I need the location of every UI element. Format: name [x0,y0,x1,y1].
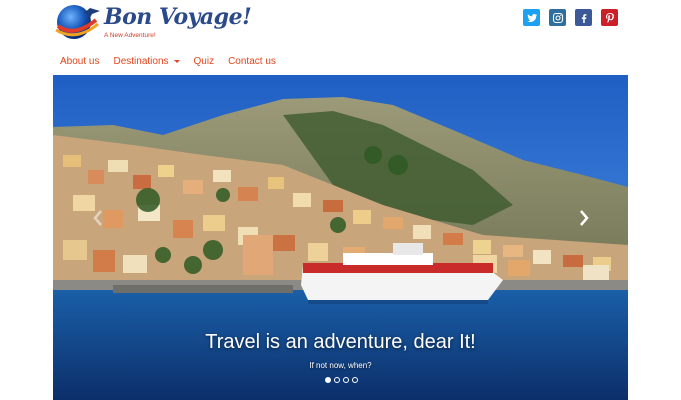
carousel-indicator[interactable] [325,377,331,383]
site-logo[interactable]: Bon Voyage! A New Adventure! [54,2,252,46]
brand-tagline: A New Adventure! [104,32,156,39]
instagram-button[interactable] [549,9,566,26]
nav-destinations-label: Destinations [113,56,169,67]
carousel-caption-subtitle: If not now, when? [309,361,372,370]
social-links [523,9,618,26]
pinterest-button[interactable] [601,9,618,26]
chevron-left-icon [93,210,102,226]
nav-quiz[interactable]: Quiz [187,54,222,69]
carousel-indicators [325,377,358,383]
chevron-right-icon [580,210,589,226]
globe-plane-icon [55,5,100,39]
facebook-button[interactable] [575,9,592,26]
brand-title: Bon Voyage! [104,4,252,30]
nav-destinations[interactable]: Destinations [106,54,186,69]
main-nav: About us Destinations Quiz Contact us [54,54,283,69]
carousel-indicator[interactable] [334,377,340,383]
carousel-indicator[interactable] [343,377,349,383]
pinterest-icon [605,12,614,23]
carousel-next-button[interactable] [575,207,593,229]
twitter-button[interactable] [523,9,540,26]
twitter-icon [526,13,537,22]
site-header: Bon Voyage! A New Adventure! About us De… [0,0,681,75]
nav-contact-us[interactable]: Contact us [221,54,283,69]
carousel-caption-title: Travel is an adventure, dear It! [205,331,476,353]
nav-about-us[interactable]: About us [54,54,106,69]
instagram-icon [552,12,563,23]
carousel-indicator[interactable] [352,377,358,383]
facebook-icon [581,13,586,23]
hero-carousel: Travel is an adventure, dear It! If not … [53,75,628,400]
caret-down-icon [173,60,180,63]
carousel-prev-button[interactable] [89,207,107,229]
